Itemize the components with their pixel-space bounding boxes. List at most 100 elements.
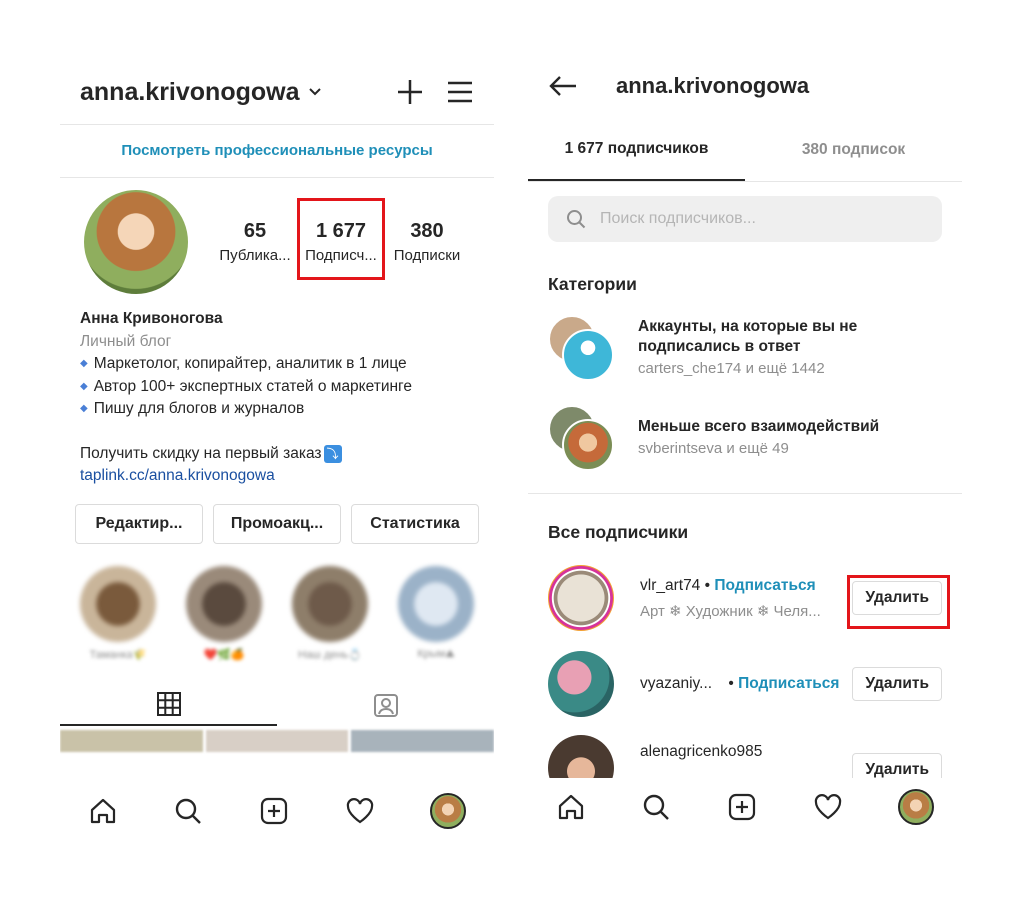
home-icon[interactable] [88,796,118,826]
followers-screen: anna.krivonogowa 1 677 подписчиков 380 п… [528,60,962,840]
bottom-nav [60,782,494,840]
separator-dot: • [700,576,715,594]
category-subtitle: carters_che174 и ещё 1442 [638,360,825,377]
story-highlight[interactable]: Крым⛰ [396,565,476,662]
avatar[interactable] [548,565,614,631]
story-label: ❤️🌿🍊 [203,648,245,661]
bio-promo: Получить скидку на первый заказ ⤵ [80,443,474,466]
remove-button[interactable]: Удалить [852,667,942,701]
promo-text: Получить скидку на первый заказ [80,444,322,462]
menu-icon[interactable] [446,78,474,106]
heart-icon[interactable] [813,792,843,822]
profile-avatar[interactable] [898,789,935,825]
avatar [562,329,614,381]
category-subtitle: svberintseva и ещё 49 [638,440,789,457]
post-thumbnail[interactable] [351,729,494,752]
story-highlight[interactable]: ❤️🌿🍊 [184,565,264,662]
home-icon[interactable] [556,792,586,822]
profile-info-row: 65 Публика... 1 677 Подписч... 380 Подпи… [60,190,494,294]
plus-square-icon[interactable] [727,792,757,822]
category-least-interacted[interactable]: Меньше всего взаимодействий svberintseva… [528,399,962,475]
tab-followers[interactable]: 1 677 подписчиков [528,118,745,181]
categories-heading: Категории [548,274,637,294]
search-input[interactable]: Поиск подписчиков... [548,196,942,242]
profile-avatar[interactable] [84,190,188,294]
page-title: anna.krivonogowa [616,73,810,98]
professional-resources-link[interactable]: Посмотреть профессиональные ресурсы [60,125,494,177]
promotions-button[interactable]: Промоакц... [213,503,341,544]
follower-subtitle: Арт ❄ Художник ❄ Челя... [640,602,821,620]
category-title: Меньше всего взаимодействий [638,418,880,435]
search-icon[interactable] [173,796,203,826]
profile-buttons: Редактир... Промоакц... Статистика [60,503,494,544]
story-highlights: Таманка🌾 ❤️🌿🍊 Наш день💍 Крым⛰ [60,565,494,662]
category-not-followed-back[interactable]: Аккаунты, на которые вы не подписались в… [528,309,962,385]
diamond-icon: ◆ [80,380,88,392]
profile-username: anna.krivonogowa [80,77,300,106]
bio-line-text: Автор 100+ экспертных статей о маркетинг… [93,377,412,395]
statistics-button[interactable]: Статистика [351,503,479,544]
story-label: Наш день💍 [298,648,362,661]
bio-line: ◆ Пишу для блогов и журналов [80,398,474,421]
avatar[interactable] [548,651,614,717]
following-label: Подписки [393,247,461,264]
profile-avatar[interactable] [430,793,467,829]
posts-count: 65 [243,220,267,242]
story-highlight[interactable]: Таманка🌾 [78,565,158,662]
bio-link[interactable]: taplink.cc/anna.krivonogowa [80,465,474,488]
profile-header: anna.krivonogowa [60,60,494,124]
bio-name: Анна Кривоногова [80,310,223,327]
post-thumbnail[interactable] [60,729,203,752]
bio-category: Личный блог [80,332,172,350]
story-highlight[interactable]: Наш день💍 [290,565,370,662]
search-icon [567,210,586,229]
follow-button[interactable]: Подписаться [714,577,815,594]
plus-icon[interactable] [396,78,424,106]
chevron-down-icon [309,88,322,96]
posts-label: Публика... [219,247,291,264]
back-arrow-icon[interactable] [548,74,578,98]
tab-grid[interactable] [60,684,277,726]
category-title: Аккаунты, на которые вы не [638,318,858,335]
bio-line-text: Пишу для блогов и журналов [93,400,305,417]
bio-line: ◆ Маркетолог, копирайтер, аналитик в 1 ли… [80,353,474,376]
follower-row[interactable]: vyazaniy... • Подписаться Удалить [528,641,962,727]
bio-line-text: Маркетолог, копирайтер, аналитик в 1 лиц… [93,355,407,372]
followers-highlight-box [297,198,385,280]
search-icon[interactable] [641,792,671,822]
diamond-icon: ◆ [80,358,88,369]
posts-grid-preview [60,729,494,752]
followers-header: anna.krivonogowa [528,60,962,112]
follow-button[interactable]: Подписаться [738,675,839,692]
stat-following[interactable]: 380 Подписки [384,220,470,264]
follower-username[interactable]: alenagricenko985 [640,743,762,760]
diamond-icon: ◆ [80,403,88,414]
follower-username[interactable]: vyazaniy... [640,675,712,692]
category-title: подписались в ответ [638,338,801,355]
separator-dot: • [724,675,739,692]
profile-bio: Анна Кривоногова Личный блог ◆ Маркетолог… [60,294,494,488]
tab-following[interactable]: 380 подписок [745,118,962,181]
following-count: 380 [410,220,444,242]
arrow-down-icon: ⤵ [323,444,342,463]
grid-icon [156,691,181,716]
bio-line: ◆ Автор 100+ экспертных статей о маркетин… [80,376,474,399]
bottom-nav [528,778,962,836]
story-label: Крым⛰ [417,647,455,660]
edit-profile-button[interactable]: Редактир... [75,503,203,544]
all-followers-heading: Все подписчики [548,522,689,542]
search-placeholder: Поиск подписчиков... [600,210,756,227]
profile-tabs [60,684,494,726]
avatar [562,419,614,471]
tab-tagged[interactable] [277,684,494,726]
post-thumbnail[interactable] [205,729,349,752]
profile-screen: anna.krivonogowa Посмотреть профессионал… [60,60,494,840]
plus-square-icon[interactable] [259,796,289,826]
follower-username[interactable]: vlr_art74 [640,577,700,594]
heart-icon[interactable] [345,796,375,826]
story-label: Таманка🌾 [89,648,147,661]
account-switcher[interactable]: anna.krivonogowa [80,78,323,107]
remove-highlight-box [847,575,950,629]
stat-posts[interactable]: 65 Публика... [212,220,298,264]
tagged-person-icon [373,693,398,717]
